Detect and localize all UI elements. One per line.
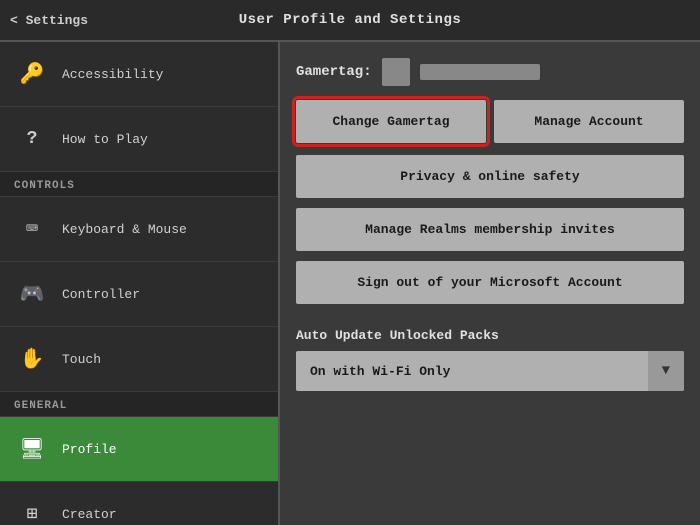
touch-icon bbox=[14, 341, 50, 377]
sidebar-item-controller[interactable]: Controller bbox=[0, 262, 278, 327]
chevron-down-icon: ▼ bbox=[648, 351, 684, 391]
content-panel: Gamertag: Change Gamertag Manage Account… bbox=[280, 42, 700, 525]
profile-icon bbox=[14, 431, 50, 467]
sidebar-item-label: How to Play bbox=[62, 132, 148, 147]
realms-button[interactable]: Manage Realms membership invites bbox=[296, 208, 684, 251]
privacy-button[interactable]: Privacy & online safety bbox=[296, 155, 684, 198]
sidebar-item-label: Profile bbox=[62, 442, 117, 457]
sidebar-item-label: Creator bbox=[62, 507, 117, 522]
general-section-header: General bbox=[0, 392, 278, 417]
sidebar-item-how-to-play[interactable]: How to Play bbox=[0, 107, 278, 172]
sidebar-item-label: Controller bbox=[62, 287, 140, 302]
auto-update-dropdown[interactable]: On with Wi-Fi Only ▼ bbox=[296, 351, 684, 391]
back-button[interactable]: < Settings bbox=[10, 13, 88, 28]
gamertag-name-blurred bbox=[420, 64, 540, 80]
back-label: < Settings bbox=[10, 13, 88, 28]
gamertag-avatar bbox=[382, 58, 410, 86]
sidebar-item-keyboard-mouse[interactable]: Keyboard & Mouse bbox=[0, 197, 278, 262]
sidebar: Accessibility How to Play Controls Keybo… bbox=[0, 42, 280, 525]
header: < Settings User Profile and Settings bbox=[0, 0, 700, 42]
creator-icon bbox=[14, 496, 50, 525]
question-icon bbox=[14, 121, 50, 157]
sidebar-item-label: Touch bbox=[62, 352, 101, 367]
sidebar-item-accessibility[interactable]: Accessibility bbox=[0, 42, 278, 107]
dropdown-value: On with Wi-Fi Only bbox=[296, 352, 648, 391]
gamertag-label: Gamertag: bbox=[296, 64, 372, 80]
change-gamertag-button[interactable]: Change Gamertag bbox=[296, 100, 486, 143]
sidebar-item-touch[interactable]: Touch bbox=[0, 327, 278, 392]
action-buttons-row: Change Gamertag Manage Account bbox=[296, 100, 684, 143]
app-container: < Settings User Profile and Settings Acc… bbox=[0, 0, 700, 525]
header-title: User Profile and Settings bbox=[239, 12, 462, 28]
keyboard-icon bbox=[14, 211, 50, 247]
sidebar-item-label: Accessibility bbox=[62, 67, 163, 82]
sidebar-item-profile[interactable]: Profile bbox=[0, 417, 278, 482]
auto-update-label: Auto Update Unlocked Packs bbox=[296, 328, 684, 343]
manage-account-button[interactable]: Manage Account bbox=[494, 100, 684, 143]
key-icon bbox=[14, 56, 50, 92]
controller-icon bbox=[14, 276, 50, 312]
sidebar-item-creator[interactable]: Creator bbox=[0, 482, 278, 525]
main-layout: Accessibility How to Play Controls Keybo… bbox=[0, 42, 700, 525]
signout-button[interactable]: Sign out of your Microsoft Account bbox=[296, 261, 684, 304]
controls-section-header: Controls bbox=[0, 172, 278, 197]
gamertag-row: Gamertag: bbox=[296, 58, 684, 86]
sidebar-item-label: Keyboard & Mouse bbox=[62, 222, 187, 237]
